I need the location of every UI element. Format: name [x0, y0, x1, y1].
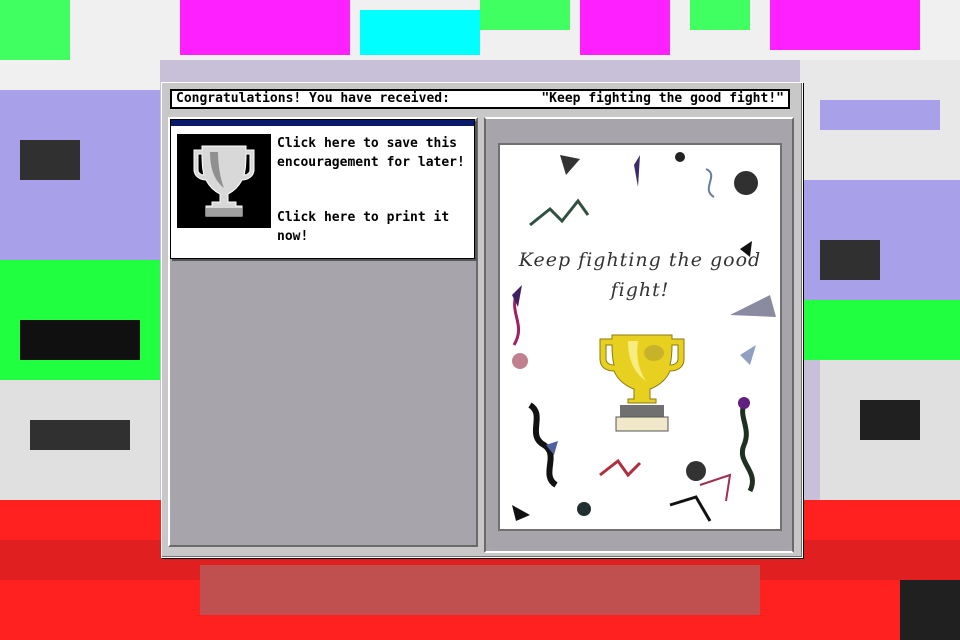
title-prefix: Congratulations! You have received:	[176, 91, 450, 106]
card-preview: Keep fighting the good fight!	[498, 143, 782, 531]
dialog-title: Congratulations! You have received: "Kee…	[170, 89, 790, 109]
preview-pane: Keep fighting the good fight!	[484, 117, 794, 553]
gold-trophy-icon	[599, 334, 685, 432]
encouragement-dialog: Congratulations! You have received: "Kee…	[161, 82, 803, 558]
actions-card: Click here to save this encouragement fo…	[170, 119, 475, 259]
card-header-bar	[171, 120, 474, 126]
card-message: Keep fighting the good fight!	[518, 249, 762, 301]
print-link[interactable]: Click here to print it now!	[277, 208, 472, 246]
title-quote: "Keep fighting the good fight!"	[541, 91, 784, 106]
save-link[interactable]: Click here to save this encouragement fo…	[277, 134, 472, 172]
actions-pane: Click here to save this encouragement fo…	[168, 117, 478, 547]
trophy-icon	[177, 134, 271, 228]
